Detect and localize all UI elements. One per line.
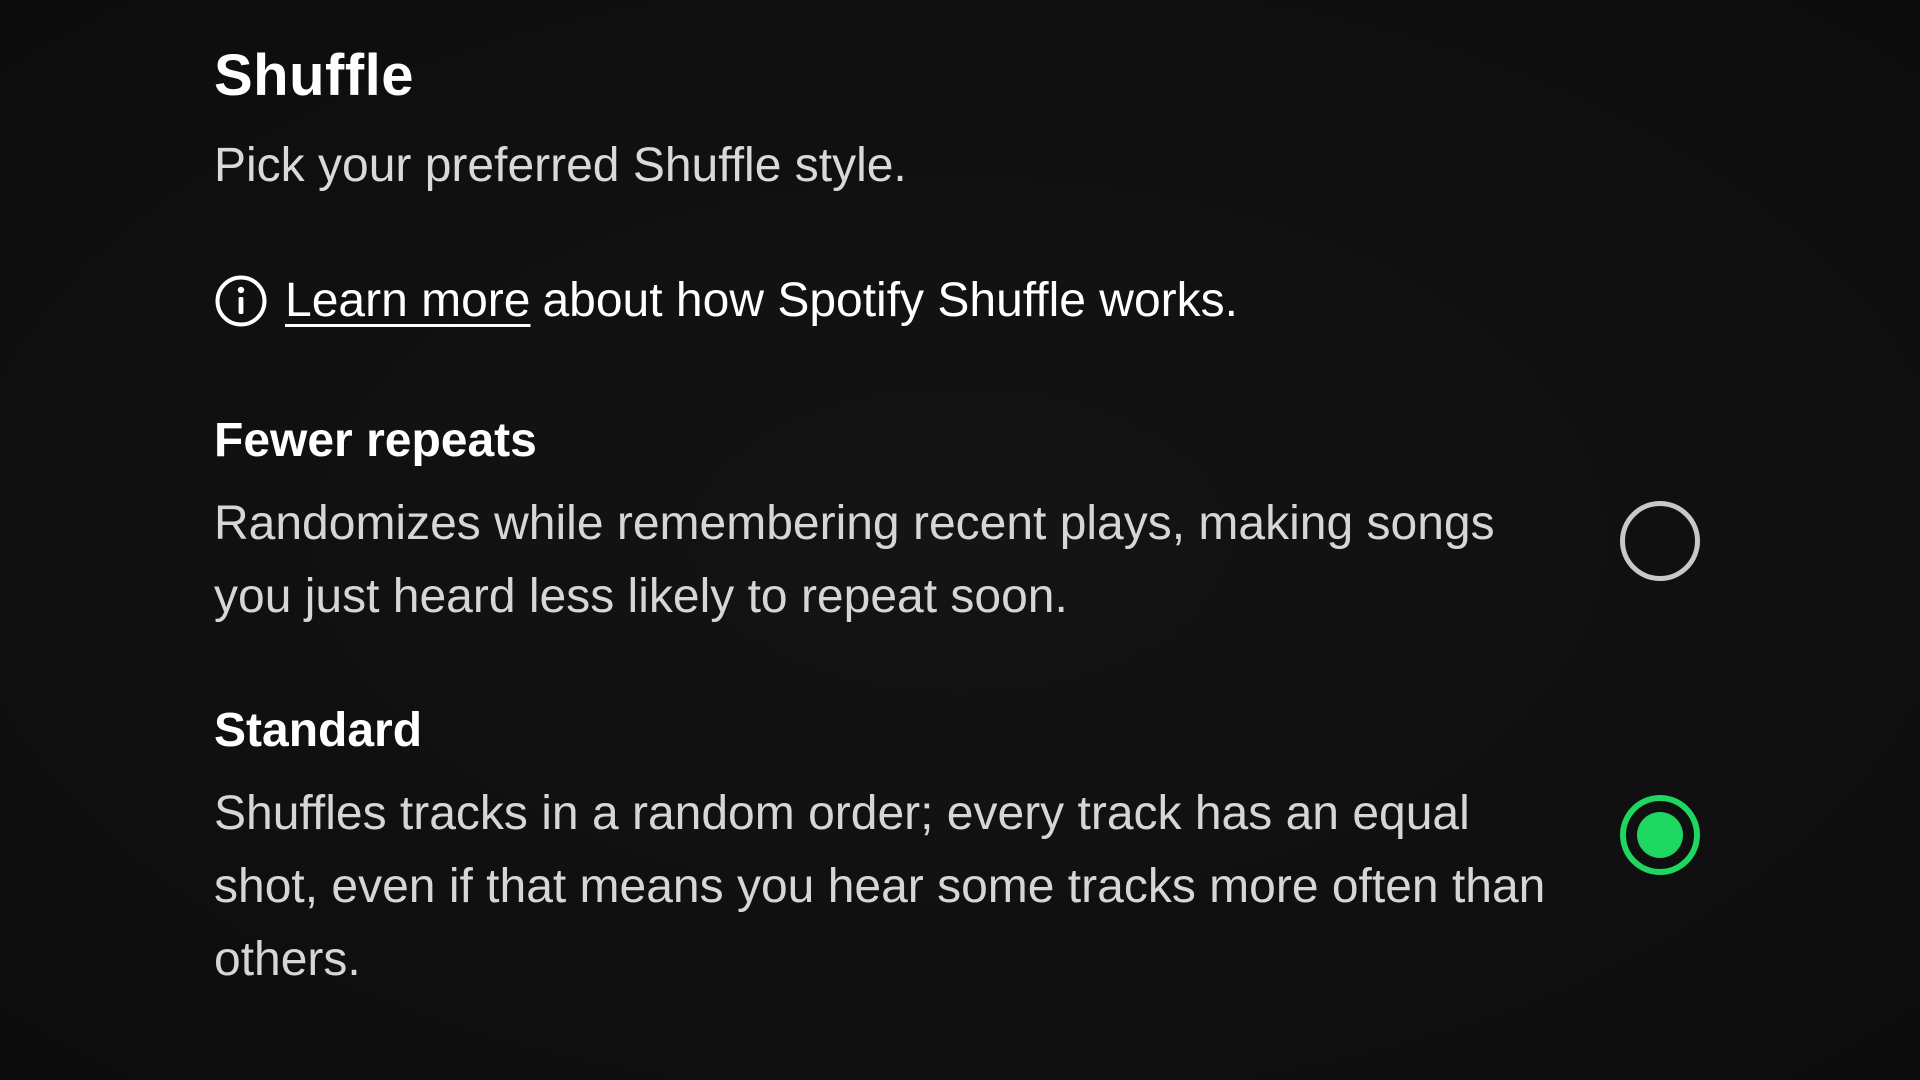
- fewer-repeats-radio-button[interactable]: [1620, 501, 1700, 581]
- learn-more-text: about how Spotify Shuffle works.: [542, 274, 1238, 327]
- shuffle-settings-content: Shuffle Pick your preferred Shuffle styl…: [214, 38, 1714, 996]
- option-description-standard: Shuffles tracks in a random order; every…: [214, 787, 1546, 986]
- learn-more-row: Learn more about how Spotify Shuffle wor…: [214, 269, 1714, 333]
- option-description-fewer-repeats: Randomizes while remembering recent play…: [214, 497, 1495, 623]
- info-icon: [215, 275, 267, 327]
- standard-radio-button[interactable]: [1620, 795, 1700, 875]
- radio-selected-dot: [1637, 812, 1683, 858]
- shuffle-option-fewer-repeats[interactable]: Fewer repeats Randomizes while rememberi…: [214, 409, 1714, 633]
- option-title-standard: Standard: [214, 704, 423, 757]
- shuffle-settings-page: Shuffle Pick your preferred Shuffle styl…: [0, 0, 1920, 1080]
- option-title-fewer-repeats: Fewer repeats: [214, 414, 537, 467]
- learn-more-link[interactable]: Learn more: [285, 269, 530, 333]
- page-title: Shuffle: [214, 43, 415, 108]
- page-subtitle: Pick your preferred Shuffle style.: [214, 139, 907, 192]
- shuffle-option-standard[interactable]: Standard Shuffles tracks in a random ord…: [214, 699, 1714, 996]
